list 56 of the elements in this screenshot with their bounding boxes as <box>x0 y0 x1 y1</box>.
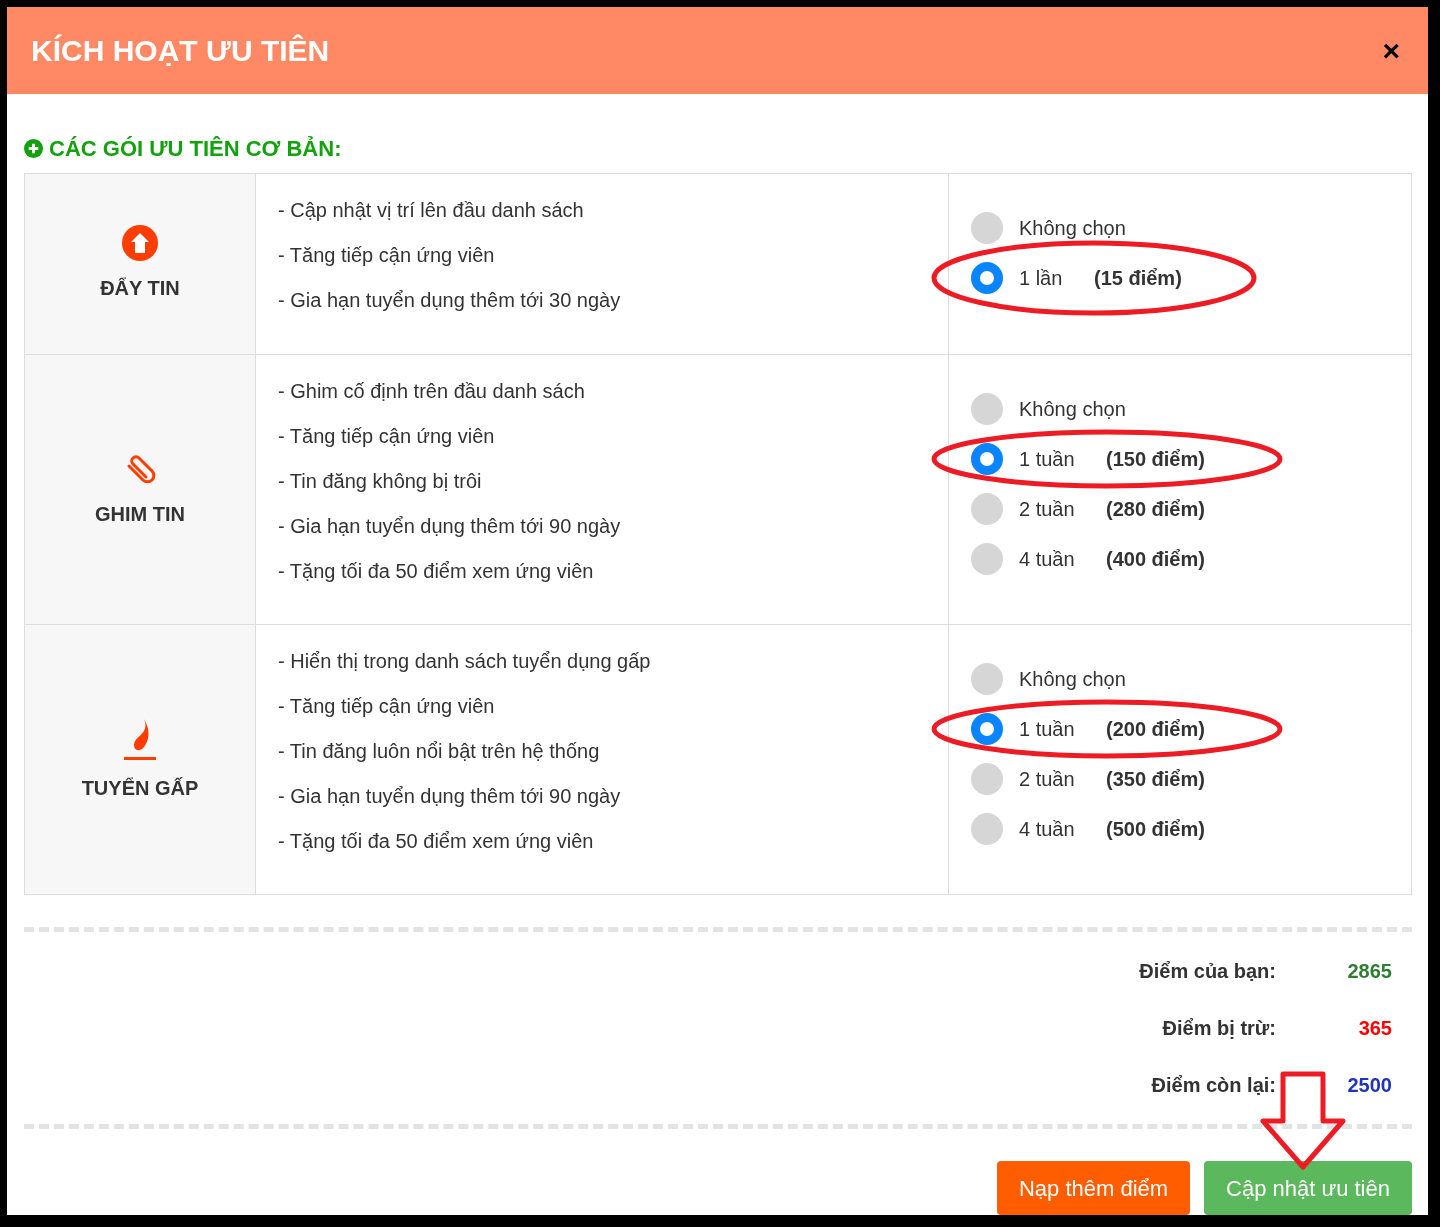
package-name: GHIM TIN <box>95 501 185 527</box>
option-label: Không chọn <box>1019 397 1126 422</box>
top-up-button[interactable]: Nạp thêm điểm <box>997 1161 1190 1215</box>
total-value: 2500 <box>1346 1073 1392 1098</box>
radio-button[interactable] <box>971 262 1003 294</box>
benefit-text: - Tặng tối đa 50 điểm xem ứng viên <box>278 559 595 584</box>
plus-circle-icon <box>24 139 43 158</box>
benefit-text: - Gia hạn tuyển dụng thêm tới 90 ngày <box>278 514 622 539</box>
benefit-text: - Tặng tối đa 50 điểm xem ứng viên <box>278 829 595 854</box>
option-points: (400 điểm) <box>1106 547 1205 572</box>
radio-button[interactable] <box>971 443 1003 475</box>
option-label: 4 tuần <box>1019 817 1076 842</box>
option-points: (150 điểm) <box>1106 447 1205 472</box>
total-label: Điểm còn lại: <box>1151 1073 1276 1098</box>
option-label: Không chọn <box>1019 667 1126 692</box>
benefit-text: - Tăng tiếp cận ứng viên <box>278 243 496 268</box>
benefit-text: - Tăng tiếp cận ứng viên <box>278 424 496 449</box>
modal-title: KÍCH HOẠT ƯU TIÊN <box>31 33 330 69</box>
update-button[interactable]: Cập nhật ưu tiên <box>1204 1161 1412 1215</box>
radio-button[interactable] <box>971 493 1003 525</box>
package-name: ĐẨY TIN <box>100 276 180 301</box>
option-points: (200 điểm) <box>1106 717 1205 742</box>
option-label: 1 tuần <box>1019 717 1076 742</box>
benefit-text: - Cập nhật vị trí lên đầu danh sách <box>278 198 585 223</box>
radio-button[interactable] <box>971 663 1003 695</box>
option-label: Không chọn <box>1019 216 1126 241</box>
benefit-text: - Hiển thị trong danh sách tuyển dụng gấp <box>278 649 652 674</box>
option-points: (350 điểm) <box>1106 767 1205 792</box>
package-name: TUYỂN GẤP <box>81 775 199 801</box>
total-label: Điểm của bạn: <box>1139 959 1276 984</box>
option-points: (15 điểm) <box>1094 266 1182 291</box>
section-title: CÁC GÓI ƯU TIÊN CƠ BẢN: <box>49 135 342 163</box>
option-label: 1 lần <box>1019 266 1064 291</box>
radio-button[interactable] <box>971 543 1003 575</box>
benefit-text: - Gia hạn tuyển dụng thêm tới 90 ngày <box>278 784 622 809</box>
benefit-text: - Ghim cố định trên đầu danh sách <box>278 379 586 404</box>
close-button[interactable]: × <box>1382 35 1400 66</box>
benefit-text: - Tin đăng luôn nổi bật trên hệ thống <box>278 739 601 764</box>
benefit-text: - Tin đăng không bị trôi <box>278 469 483 494</box>
option-label: 2 tuần <box>1019 767 1076 792</box>
radio-button[interactable] <box>971 763 1003 795</box>
radio-button[interactable] <box>971 713 1003 745</box>
option-label: 4 tuần <box>1019 547 1076 572</box>
option-label: 1 tuần <box>1019 447 1076 472</box>
total-value: 2865 <box>1346 959 1392 984</box>
benefit-text: - Gia hạn tuyển dụng thêm tới 30 ngày <box>278 288 622 313</box>
option-points: (500 điểm) <box>1106 817 1205 842</box>
up-arrow-circle-icon <box>122 225 158 261</box>
total-value: 365 <box>1357 1016 1392 1041</box>
radio-button[interactable] <box>971 212 1003 244</box>
total-label: Điểm bị trừ: <box>1162 1016 1276 1041</box>
benefit-text: - Tăng tiếp cận ứng viên <box>278 694 496 719</box>
radio-button[interactable] <box>971 813 1003 845</box>
radio-button[interactable] <box>971 393 1003 425</box>
option-label: 2 tuần <box>1019 497 1076 522</box>
option-points: (280 điểm) <box>1106 497 1205 522</box>
